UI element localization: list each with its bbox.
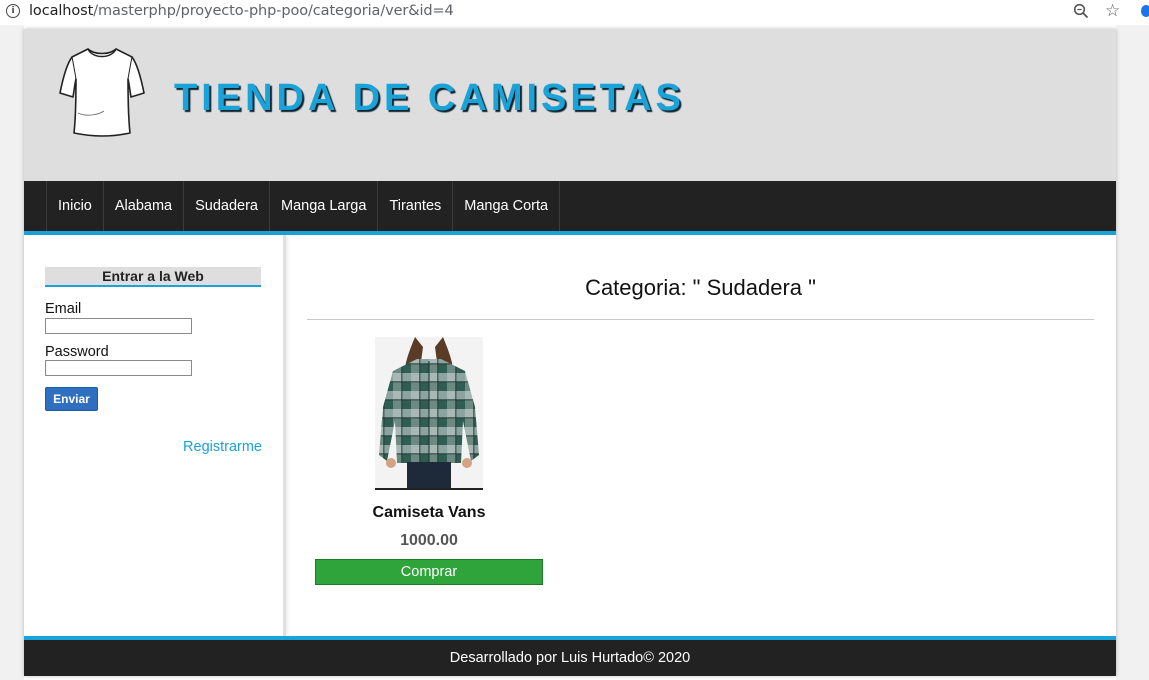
nav-item-inicio[interactable]: Inicio: [46, 181, 103, 231]
zoom-icon[interactable]: [1073, 3, 1089, 19]
profile-avatar[interactable]: [1141, 5, 1149, 17]
nav-item-alabama[interactable]: Alabama: [102, 181, 183, 231]
login-title: Entrar a la Web: [45, 267, 261, 287]
divider: [307, 319, 1094, 320]
email-field[interactable]: [45, 318, 192, 334]
url-text[interactable]: localhost/masterphp/proyecto-php-poo/cat…: [29, 3, 454, 19]
product-price: 1000.00: [400, 532, 458, 549]
buy-button[interactable]: Comprar: [315, 559, 543, 585]
footer-text: Desarrollado por Luis Hurtado© 2020: [449, 650, 691, 666]
nav-item-sudadera[interactable]: Sudadera: [183, 181, 269, 231]
nav-item-manga-larga[interactable]: Manga Larga: [268, 181, 377, 231]
url-path: /masterphp/proyecto-php-poo/categoria/ve…: [93, 3, 454, 19]
nav-item-manga-corta[interactable]: Manga Corta: [452, 181, 561, 231]
page-title: Categoria: " Sudadera ": [585, 275, 816, 300]
url-host: localhost: [29, 3, 94, 19]
main-nav: Inicio Alabama Sudadera Manga Larga Tira…: [24, 181, 1116, 235]
info-icon[interactable]: i: [6, 4, 20, 18]
email-label: Email: [45, 301, 82, 317]
site-footer: Desarrollado por Luis Hurtado© 2020: [24, 636, 1116, 676]
browser-address-bar[interactable]: i localhost/masterphp/proyecto-php-poo/c…: [0, 0, 1149, 25]
site-header: TIENDA DE CAMISETAS: [24, 29, 1116, 181]
site-title: TIENDA DE CAMISETAS: [174, 77, 685, 119]
tshirt-icon[interactable]: [58, 43, 146, 139]
bookmark-star-icon[interactable]: ☆: [1105, 1, 1120, 21]
password-label: Password: [45, 344, 109, 360]
register-link[interactable]: Registrarme: [183, 439, 262, 455]
main-content: Categoria: " Sudadera " Camiseta Vans 10…: [286, 235, 1116, 636]
browser-gutter-right: [1116, 25, 1149, 680]
product-image[interactable]: [375, 337, 483, 490]
sidebar: Entrar a la Web Email Password Enviar Re…: [24, 235, 286, 636]
browser-gutter-left: [0, 25, 24, 680]
nav-item-tirantes[interactable]: Tirantes: [377, 181, 452, 231]
product-name[interactable]: Camiseta Vans: [315, 504, 543, 522]
password-field[interactable]: [45, 360, 192, 376]
page-container: TIENDA DE CAMISETAS Inicio Alabama Sudad…: [24, 29, 1116, 676]
submit-button[interactable]: Enviar: [45, 387, 98, 411]
